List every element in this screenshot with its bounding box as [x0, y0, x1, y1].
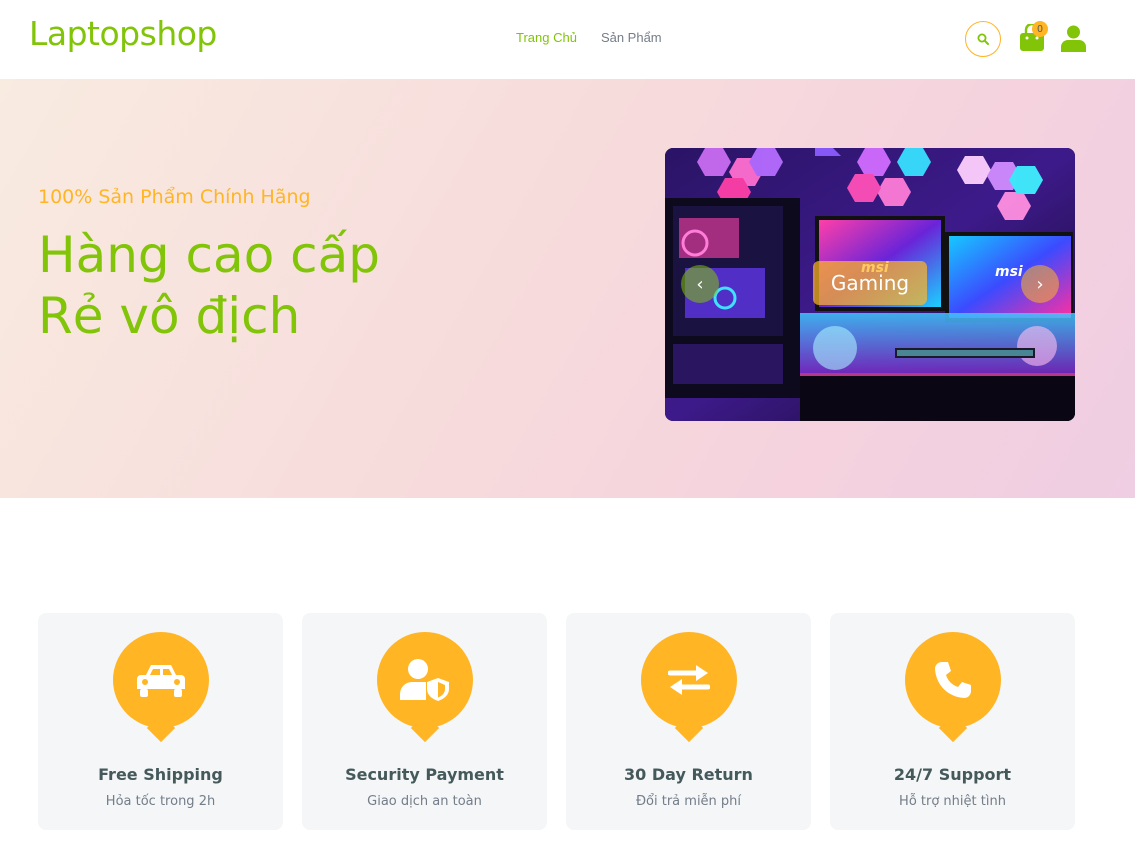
- cart-button[interactable]: 0: [1019, 21, 1048, 52]
- phone-icon: [935, 662, 971, 698]
- feature-title: 30 Day Return: [624, 765, 753, 784]
- chevron-right-icon: ›: [1036, 273, 1044, 295]
- feature-title: Security Payment: [345, 765, 504, 784]
- carousel-caption[interactable]: Gaming: [813, 261, 927, 305]
- car-icon: [137, 665, 185, 697]
- navbar: Laptopshop Trang Chủ Sản Phẩm 0: [0, 0, 1135, 79]
- chevron-left-icon: ‹: [696, 273, 704, 295]
- feature-icon-badge: [377, 632, 473, 728]
- hero-section: 100% Sản Phẩm Chính Hãng Hàng cao cấp Rẻ…: [0, 79, 1135, 498]
- feature-title: 24/7 Support: [893, 765, 1012, 784]
- site-logo[interactable]: Laptopshop: [29, 14, 217, 53]
- feature-icon-badge: [641, 632, 737, 728]
- hero-title: Hàng cao cấp Rẻ vô địch: [38, 225, 380, 347]
- user-shield-icon: [400, 659, 449, 701]
- cart-count-badge: 0: [1032, 21, 1048, 37]
- feature-subtitle: Hỗ trợ nhiệt tình: [899, 794, 1006, 809]
- feature-icon-badge: [905, 632, 1001, 728]
- search-icon: [977, 33, 989, 45]
- feature-subtitle: Giao dịch an toàn: [367, 794, 482, 809]
- feature-card-return: 30 Day Return Đổi trả miễn phí: [566, 613, 811, 830]
- carousel-next-button[interactable]: ›: [1021, 265, 1059, 303]
- hero-subtitle: 100% Sản Phẩm Chính Hãng: [38, 186, 311, 208]
- hero-title-line-2: Rẻ vô địch: [38, 287, 301, 345]
- feature-title: Free Shipping: [98, 765, 223, 784]
- nav-item-products[interactable]: Sản Phẩm: [601, 30, 662, 45]
- search-button[interactable]: [965, 21, 1001, 57]
- nav-item-home[interactable]: Trang Chủ: [516, 30, 577, 45]
- carousel-prev-button[interactable]: ‹: [681, 265, 719, 303]
- feature-icon-badge: [113, 632, 209, 728]
- hero-title-line-1: Hàng cao cấp: [38, 226, 381, 284]
- exchange-icon: [668, 665, 710, 695]
- main-nav: Trang Chủ Sản Phẩm: [516, 30, 662, 45]
- user-icon: [1061, 25, 1086, 52]
- user-account-button[interactable]: [1061, 25, 1086, 52]
- hero-carousel[interactable]: msi msi Gaming ‹ ›: [665, 148, 1075, 421]
- feature-subtitle: Hỏa tốc trong 2h: [105, 794, 216, 809]
- feature-card-support: 24/7 Support Hỗ trợ nhiệt tình: [830, 613, 1075, 830]
- feature-card-shipping: Free Shipping Hỏa tốc trong 2h: [38, 613, 283, 830]
- monitor-brand-text-2: msi: [995, 264, 1023, 280]
- feature-card-payment: Security Payment Giao dịch an toàn: [302, 613, 547, 830]
- feature-subtitle: Đổi trả miễn phí: [635, 794, 742, 809]
